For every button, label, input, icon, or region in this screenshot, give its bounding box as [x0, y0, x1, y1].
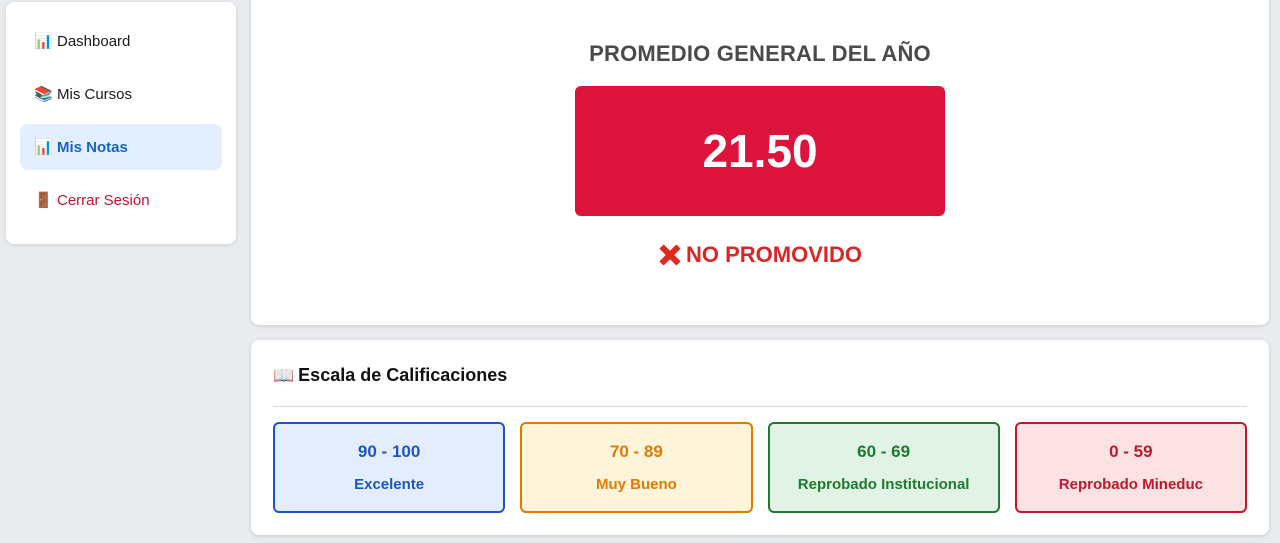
average-title: PROMEDIO GENERAL DEL AÑO	[589, 41, 931, 66]
grade-label: Excelente	[354, 476, 425, 493]
grade-scale-muy-bueno: 70 - 89 Muy Bueno	[520, 422, 753, 513]
sidebar-item-label: Dashboard	[57, 32, 131, 50]
sidebar-item-mis-notas[interactable]: 📊 Mis Notas	[20, 124, 222, 170]
sidebar-item-label: Mis Notas	[57, 138, 128, 156]
chart-icon: 📊	[34, 139, 53, 156]
books-icon: 📚	[34, 86, 53, 103]
promotion-status: NO PROMOVIDO	[251, 242, 1269, 268]
grade-range: 0 - 59	[1109, 442, 1153, 461]
sidebar-item-mis-cursos[interactable]: 📚 Mis Cursos	[20, 71, 222, 117]
average-box: 21.50	[575, 86, 945, 216]
divider	[273, 406, 1247, 407]
grade-scale-excelente: 90 - 100 Excelente	[273, 422, 506, 513]
grade-scale-list: 90 - 100 Excelente 70 - 89 Muy Bueno 60 …	[273, 422, 1247, 513]
sidebar-item-label: Cerrar Sesión	[57, 191, 150, 209]
grade-range: 70 - 89	[609, 442, 663, 461]
sidebar-item-cerrar-sesion[interactable]: 🚪 Cerrar Sesión	[20, 177, 222, 223]
door-icon: 🚪	[34, 192, 53, 209]
sidebar-item-dashboard[interactable]: 📊 Dashboard	[20, 18, 222, 64]
grade-label: Muy Bueno	[595, 476, 677, 493]
grade-label: Reprobado Mineduc	[1058, 476, 1203, 493]
sidebar: 📊 Dashboard 📚 Mis Cursos 📊 Mis Notas 🚪 C…	[6, 2, 236, 244]
average-value: 21.50	[702, 125, 818, 177]
grade-range: 60 - 69	[857, 442, 911, 461]
grade-scale-reprobado-institucional: 60 - 69 Reprobado Institucional	[767, 422, 1000, 513]
chart-icon: 📊	[34, 33, 53, 50]
cross-mark-icon	[658, 243, 682, 267]
open-book-icon: 📖	[273, 365, 295, 385]
grade-scale-card: 📖 Escala de Calificaciones 90 - 100 Exce…	[251, 340, 1269, 535]
grade-range: 90 - 100	[357, 442, 421, 461]
average-card: PROMEDIO GENERAL DEL AÑO 21.50 NO PROMOV…	[251, 0, 1269, 325]
sidebar-item-label: Mis Cursos	[57, 85, 133, 103]
grade-scale-reprobado-mineduc: 0 - 59 Reprobado Mineduc	[1014, 422, 1247, 513]
grade-label: Reprobado Institucional	[797, 476, 970, 493]
grade-scale-title: Escala de Calificaciones	[298, 365, 508, 385]
promotion-status-text: NO PROMOVIDO	[685, 242, 862, 267]
grade-scale-header: 📖 Escala de Calificaciones	[273, 365, 507, 386]
